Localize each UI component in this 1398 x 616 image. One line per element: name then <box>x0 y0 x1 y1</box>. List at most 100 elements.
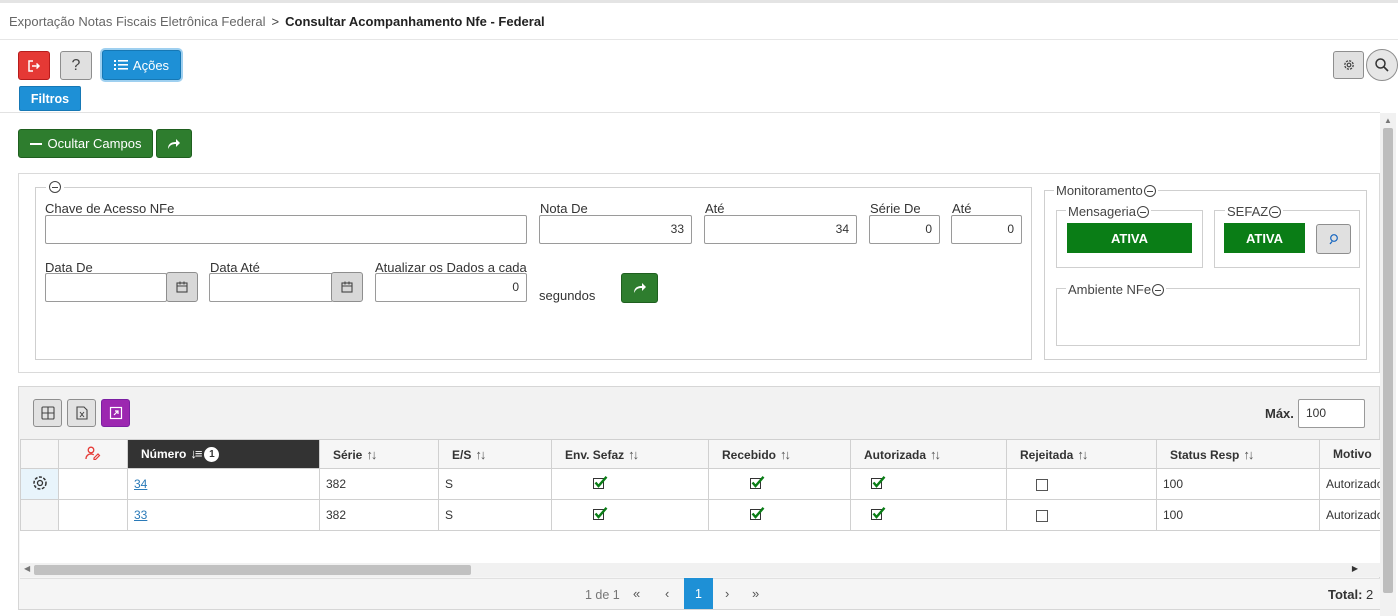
row-user-cell <box>58 468 128 500</box>
calendar-icon <box>341 281 353 293</box>
header-user-action[interactable] <box>58 439 128 469</box>
cell-motivo: Autorizado <box>1319 468 1380 500</box>
monitoramento-legend: Monitoramento <box>1054 183 1158 198</box>
user-edit-icon <box>85 446 101 460</box>
acoes-button[interactable]: Ações <box>102 50 181 80</box>
cell-numero[interactable]: 34 <box>127 468 320 500</box>
prev-page-button[interactable]: ‹ <box>665 586 669 601</box>
sefaz-refresh-button[interactable] <box>1316 224 1351 254</box>
data-ate-input[interactable] <box>209 273 333 302</box>
minus-circle-icon <box>49 181 61 193</box>
cell-es: S <box>438 468 552 500</box>
search-button[interactable] <box>1366 49 1398 81</box>
table-row[interactable]: 33 382 S 100 Autorizado <box>20 499 1380 531</box>
breadcrumb-parent[interactable]: Exportação Notas Fiscais Eletrônica Fede… <box>9 14 266 29</box>
chave-acesso-input[interactable] <box>45 215 527 244</box>
scroll-left-icon[interactable]: ◀ <box>24 564 30 573</box>
collapse-ambiente-icon[interactable] <box>1152 283 1165 296</box>
data-de-input[interactable] <box>45 273 167 302</box>
cell-env-sefaz <box>551 499 709 531</box>
numero-link[interactable]: 34 <box>134 477 147 491</box>
grid-viewport: Número ↓≡ 1 Série ↑↓ E/S ↑↓ Env. Sefaz ↑↓ Rec… <box>20 439 1380 564</box>
serie-ate-input[interactable]: 0 <box>951 215 1022 244</box>
header-numero[interactable]: Número ↓≡ 1 <box>127 439 320 469</box>
checked-icon <box>592 507 607 520</box>
row-actions-cell[interactable] <box>20 499 59 531</box>
header-serie-label: Série <box>333 447 363 462</box>
hscrollbar-thumb[interactable] <box>34 565 471 575</box>
checked-icon <box>592 476 607 489</box>
data-de-calendar-button[interactable] <box>166 272 198 302</box>
breadcrumb-separator: > <box>271 14 280 29</box>
scrollbar-thumb[interactable] <box>1383 128 1393 593</box>
data-ate-calendar-button[interactable] <box>331 272 363 302</box>
mensageria-label: Mensageria <box>1068 204 1136 219</box>
exit-button[interactable] <box>18 51 50 80</box>
first-page-button[interactable]: « <box>633 586 640 601</box>
cell-numero[interactable]: 33 <box>127 499 320 531</box>
settings-button[interactable] <box>1333 51 1364 79</box>
collapse-mensageria-icon[interactable] <box>1136 205 1149 218</box>
unchecked-icon <box>1035 478 1048 491</box>
header-status-resp[interactable]: Status Resp ↑↓ <box>1156 439 1320 469</box>
header-es[interactable]: E/S ↑↓ <box>438 439 552 469</box>
vertical-scrollbar[interactable]: ▲ <box>1380 113 1396 616</box>
scroll-up-icon[interactable]: ▲ <box>1384 116 1392 125</box>
cell-motivo: Autorizado <box>1319 499 1380 531</box>
filtros-button[interactable]: Filtros <box>19 86 81 111</box>
expand-icon <box>109 406 122 420</box>
grid-tools <box>33 399 130 427</box>
total-label: Total: <box>1328 587 1363 602</box>
header-serie[interactable]: Série ↑↓ <box>319 439 439 469</box>
segundos-label: segundos <box>539 288 596 303</box>
horizontal-scrollbar[interactable]: ◀ ▶ <box>20 563 1380 577</box>
minus-icon <box>29 142 42 145</box>
grid-toolbar <box>19 387 1379 439</box>
collapse-filter-button[interactable] <box>46 181 64 196</box>
header-autorizada-label: Autorizada <box>864 447 927 462</box>
grid-layout-icon <box>40 406 55 420</box>
header-motivo[interactable]: Motivo <box>1319 439 1380 469</box>
header-rejeitada[interactable]: Rejeitada ↑↓ <box>1006 439 1157 469</box>
atualizar-input[interactable]: 0 <box>375 273 527 302</box>
acoes-label: Ações <box>132 57 170 73</box>
last-page-button[interactable]: » <box>752 586 759 601</box>
max-label: Máx. <box>1265 406 1294 421</box>
ocultar-campos-button[interactable]: Ocultar Campos <box>18 129 153 158</box>
forward-button[interactable] <box>156 129 192 158</box>
collapse-monitoramento-icon[interactable] <box>1143 184 1156 197</box>
serie-de-input[interactable]: 0 <box>869 215 940 244</box>
header-env-sefaz[interactable]: Env. Sefaz ↑↓ <box>551 439 709 469</box>
serie-ate-label: Até <box>952 201 972 216</box>
header-recebido[interactable]: Recebido ↑↓ <box>708 439 851 469</box>
gear-icon <box>32 475 47 490</box>
header-rejeitada-label: Rejeitada <box>1020 447 1074 462</box>
share-arrow-icon <box>168 138 180 149</box>
column-layout-button[interactable] <box>33 399 62 427</box>
nota-de-input[interactable]: 33 <box>539 215 692 244</box>
scroll-right-icon[interactable]: ▶ <box>1352 564 1358 573</box>
apply-refresh-button[interactable] <box>621 273 658 303</box>
monitoramento-title: Monitoramento <box>1056 183 1143 198</box>
breadcrumb-current: Consultar Acompanhamento Nfe - Federal <box>285 14 545 29</box>
current-page-button[interactable]: 1 <box>684 578 713 609</box>
help-button[interactable]: ? <box>60 51 92 80</box>
ambiente-label: Ambiente NFe <box>1068 282 1152 297</box>
cell-status-resp: 100 <box>1156 499 1320 531</box>
max-input[interactable]: 100 <box>1298 399 1365 428</box>
export-excel-button[interactable] <box>67 399 96 427</box>
next-page-button[interactable]: › <box>725 586 729 601</box>
header-autorizada[interactable]: Autorizada ↑↓ <box>850 439 1007 469</box>
calendar-icon <box>176 281 188 293</box>
sort-icon: ↑↓ <box>930 446 941 462</box>
table-row[interactable]: 34 382 S 100 Autorizado <box>20 468 1380 500</box>
cell-serie: 382 <box>319 468 439 500</box>
collapse-sefaz-icon[interactable] <box>1269 205 1282 218</box>
nota-ate-input[interactable]: 34 <box>704 215 857 244</box>
expand-grid-button[interactable] <box>101 399 130 427</box>
checked-icon <box>750 507 765 520</box>
row-actions-cell[interactable] <box>20 468 59 500</box>
numero-link[interactable]: 33 <box>134 508 147 522</box>
checked-icon <box>750 476 765 489</box>
header-recebido-label: Recebido <box>722 447 777 462</box>
